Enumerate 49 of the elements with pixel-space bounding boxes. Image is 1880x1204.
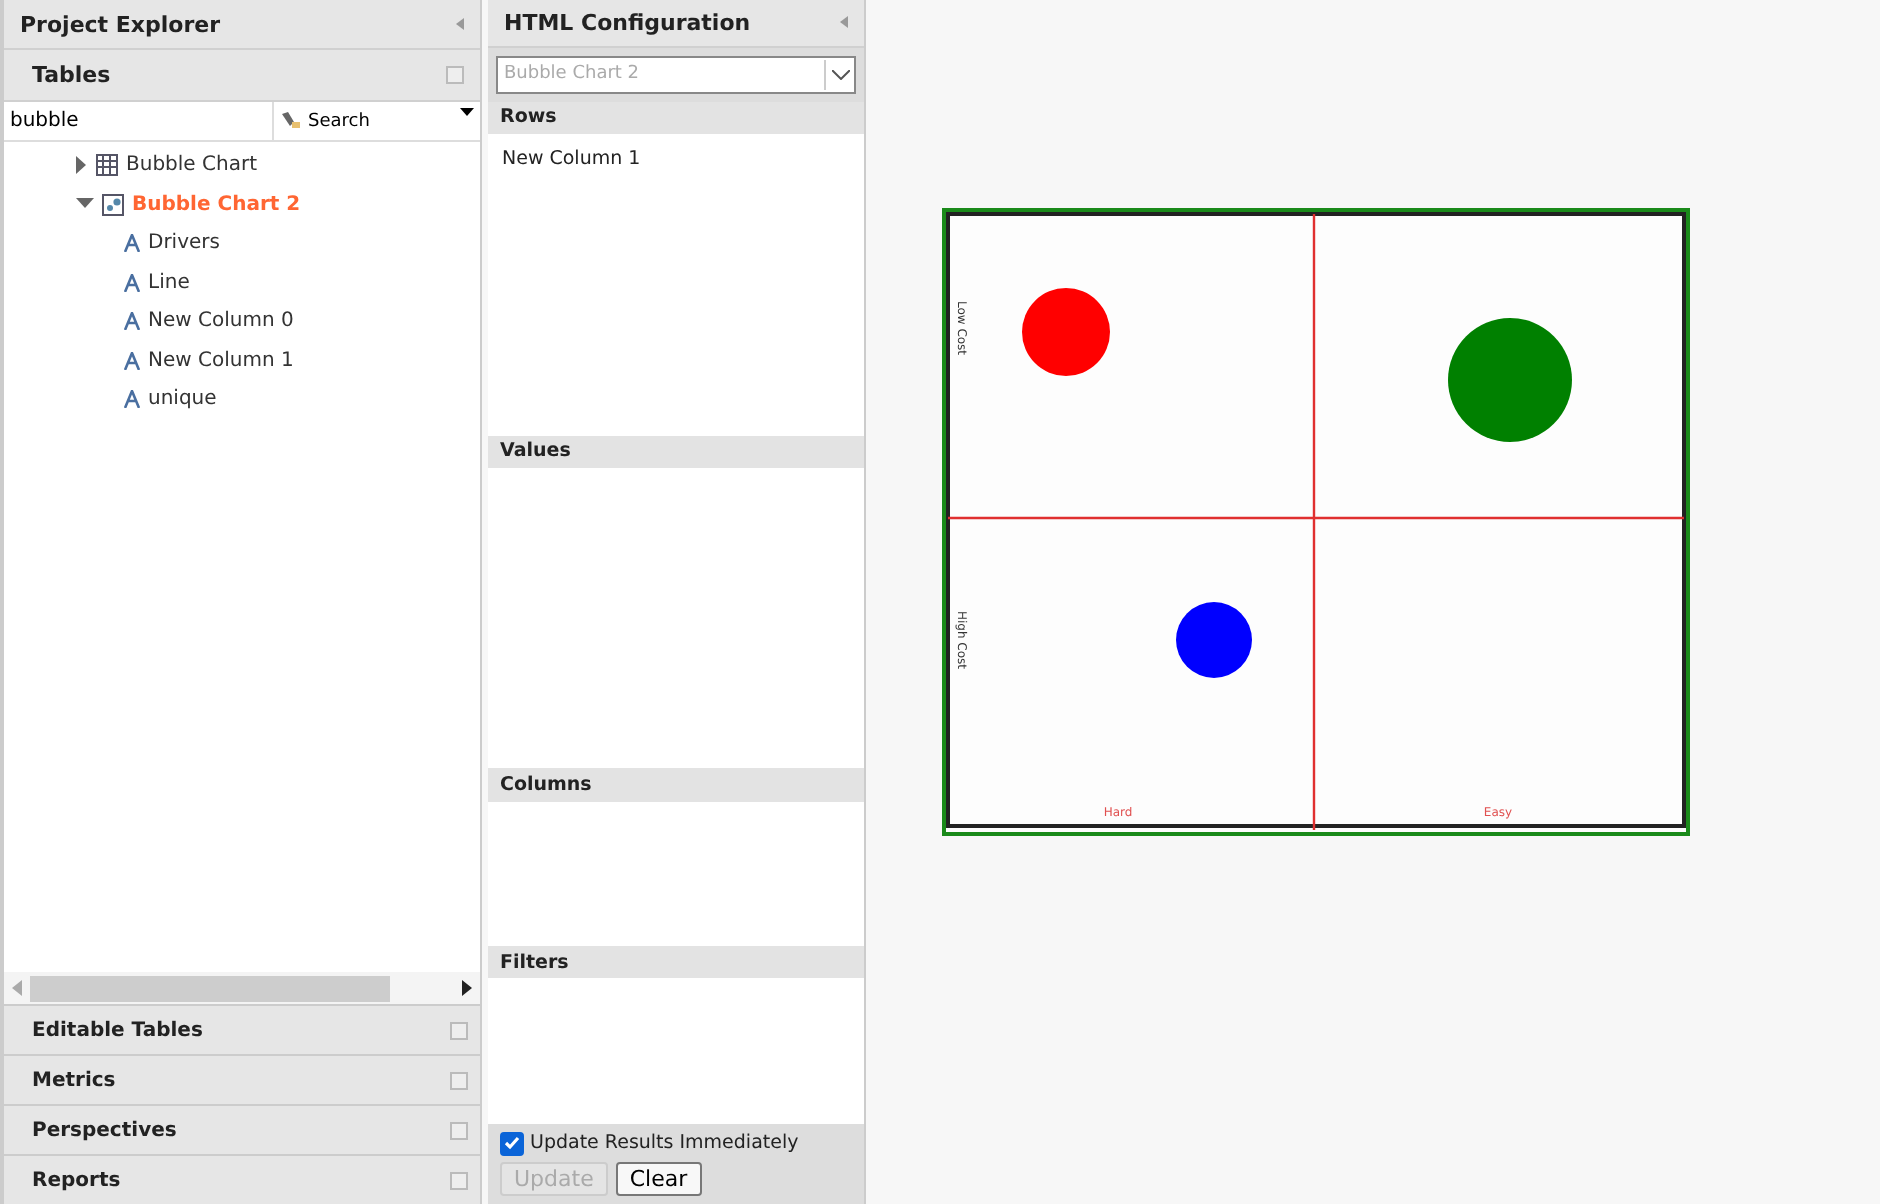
accordion-section[interactable]: Metrics: [4, 1054, 480, 1104]
chart-icon: [102, 193, 124, 216]
scrollbar-thumb[interactable]: [30, 975, 390, 1001]
pin-icon[interactable]: [450, 1021, 468, 1039]
text-column-icon: [124, 390, 140, 409]
checkbox[interactable]: [500, 1131, 524, 1156]
text-column-icon: [124, 234, 140, 253]
scroll-right-icon[interactable]: [462, 980, 472, 996]
text-column-icon: [124, 351, 140, 370]
zone-header: Filters: [488, 946, 864, 979]
tree-item[interactable]: New Column 1: [148, 349, 294, 372]
panel-title: Project Explorer: [20, 11, 221, 37]
tree-item[interactable]: Bubble Chart: [126, 154, 257, 177]
zone-item[interactable]: New Column 1: [502, 141, 850, 176]
accordion-section[interactable]: Editable Tables: [4, 1004, 480, 1054]
zone-header: Values: [488, 435, 864, 468]
expand-arrow-icon[interactable]: [76, 156, 88, 175]
flashlight-icon: [282, 112, 302, 130]
checkbox-label: Update Results Immediately: [530, 1132, 799, 1155]
horizontal-scrollbar[interactable]: [4, 972, 480, 1004]
zone-header: Rows: [488, 101, 864, 134]
accordion-section[interactable]: Reports: [4, 1154, 480, 1204]
scroll-left-icon[interactable]: [12, 980, 22, 996]
pin-icon[interactable]: [450, 1121, 468, 1139]
tree-item[interactable]: Line: [148, 271, 190, 294]
text-column-icon: [124, 273, 140, 292]
text-column-icon: [124, 312, 140, 331]
pin-icon[interactable]: [446, 66, 464, 84]
zone-header: Columns: [488, 768, 864, 801]
collapse-icon[interactable]: [456, 18, 464, 30]
pin-icon[interactable]: [450, 1071, 468, 1089]
action-button[interactable]: Clear: [615, 1161, 702, 1196]
collapse-arrow-icon[interactable]: [76, 198, 94, 211]
section-title: Tables: [32, 62, 111, 88]
chevron-down-icon: [831, 69, 849, 80]
tree-item[interactable]: unique: [148, 388, 217, 411]
section-title: Metrics: [32, 1069, 116, 1091]
table-icon: [96, 154, 118, 177]
collapse-icon[interactable]: [840, 16, 848, 29]
section-title: Perspectives: [32, 1119, 177, 1141]
panel-title: HTML Configuration: [504, 9, 751, 36]
dropdown-caret-icon[interactable]: [460, 108, 474, 116]
tree-item[interactable]: New Column 0: [148, 310, 294, 333]
section-header[interactable]: Tables: [4, 50, 480, 102]
section-title: Editable Tables: [32, 1019, 203, 1041]
accordion-section[interactable]: Perspectives: [4, 1104, 480, 1154]
tree-item[interactable]: Drivers: [148, 232, 220, 255]
pin-icon[interactable]: [450, 1171, 468, 1189]
section-title: Reports: [32, 1169, 121, 1191]
